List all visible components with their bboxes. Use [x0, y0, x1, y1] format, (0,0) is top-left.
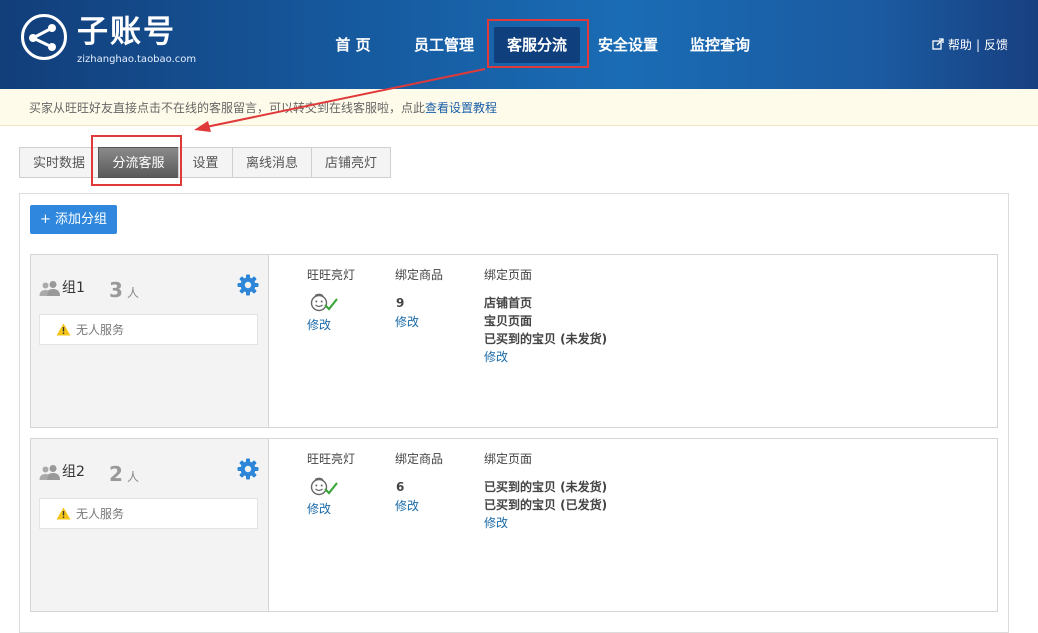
edit-goods-link[interactable]: 修改: [395, 499, 419, 513]
group-member-unit: 人: [127, 470, 140, 484]
wangwang-online-icon: [310, 293, 338, 312]
edit-goods-link[interactable]: 修改: [395, 315, 419, 329]
feedback-link[interactable]: 反馈: [984, 38, 1008, 52]
warning-icon: [56, 507, 71, 520]
col-pages-header: 绑定页面: [484, 452, 533, 466]
service-status-text: 无人服务: [76, 507, 125, 521]
edit-light-link[interactable]: 修改: [307, 318, 331, 332]
col-light-header: 旺旺亮灯: [307, 452, 356, 466]
warning-icon: [56, 323, 71, 336]
bound-page: 宝贝页面: [484, 314, 533, 328]
col-goods-header: 绑定商品: [395, 452, 444, 466]
group-card-2: 组2 2 人 无人服务 旺旺亮灯 绑定商品 绑定页面 修改 6 修改 已买到的宝…: [30, 438, 998, 612]
group-summary: 组1 3 人 无人服务: [31, 255, 269, 427]
help-feedback: 帮助 | 反馈: [932, 37, 1008, 53]
people-icon: [39, 465, 60, 480]
group-name: 组1: [62, 280, 85, 296]
group-summary: 组2 2 人 无人服务: [31, 439, 269, 611]
col-goods-header: 绑定商品: [395, 268, 444, 282]
help-link[interactable]: 帮助: [948, 38, 972, 52]
gear-icon[interactable]: [237, 458, 259, 480]
col-light-header: 旺旺亮灯: [307, 268, 356, 282]
tab-routing-service[interactable]: 分流客服: [98, 147, 179, 178]
logo-icon: [21, 14, 67, 60]
header: 子账号 zizhanghao.taobao.com 首 页 员工管理 客服分流 …: [0, 0, 1038, 89]
tab-settings[interactable]: 设置: [178, 147, 233, 178]
logo-subtitle: zizhanghao.taobao.com: [77, 54, 197, 65]
edit-pages-link[interactable]: 修改: [484, 350, 508, 364]
group-member-count: 3: [109, 278, 123, 302]
people-icon: [39, 281, 60, 296]
bound-page: 已买到的宝贝 (已发货): [484, 498, 608, 512]
tutorial-link[interactable]: 查看设置教程: [425, 101, 497, 115]
external-link-icon: [932, 38, 944, 50]
nav-home[interactable]: 首 页: [334, 27, 372, 63]
bound-page: 已买到的宝贝 (未发货): [484, 332, 608, 346]
nav-staff[interactable]: 员工管理: [413, 27, 475, 63]
bound-goods-count: 9: [396, 296, 405, 310]
logo-title: 子账号: [77, 14, 176, 50]
edit-pages-link[interactable]: 修改: [484, 516, 508, 530]
tab-realtime[interactable]: 实时数据: [19, 147, 99, 178]
group-member-unit: 人: [127, 286, 140, 300]
notice-bar: 买家从旺旺好友直接点击不在线的客服留言，可以转交到在线客服啦，点此查看设置教程: [0, 89, 1038, 126]
add-group-button[interactable]: + 添加分组: [30, 205, 117, 234]
nav-security[interactable]: 安全设置: [597, 27, 659, 63]
bound-page: 店铺首页: [484, 296, 533, 310]
tab-store-light[interactable]: 店铺亮灯: [311, 147, 391, 178]
col-pages-header: 绑定页面: [484, 268, 533, 282]
service-status-text: 无人服务: [76, 323, 125, 337]
bound-page: 已买到的宝贝 (未发货): [484, 480, 608, 494]
nav-service-routing[interactable]: 客服分流: [494, 27, 580, 63]
group-member-count: 2: [109, 462, 123, 486]
service-status-box: 无人服务: [39, 498, 258, 529]
bound-goods-count: 6: [396, 480, 405, 494]
tab-offline-messages[interactable]: 离线消息: [232, 147, 312, 178]
edit-light-link[interactable]: 修改: [307, 502, 331, 516]
wangwang-online-icon: [310, 477, 338, 496]
notice-text: 买家从旺旺好友直接点击不在线的客服留言，可以转交到在线客服啦，点此查看设置教程: [29, 101, 498, 115]
gear-icon[interactable]: [237, 274, 259, 296]
nav-monitor[interactable]: 监控查询: [689, 27, 751, 63]
service-status-box: 无人服务: [39, 314, 258, 345]
group-card-1: 组1 3 人 无人服务 旺旺亮灯 绑定商品 绑定页面 修改 9 修改 店铺首页 …: [30, 254, 998, 428]
group-name: 组2: [62, 464, 85, 480]
